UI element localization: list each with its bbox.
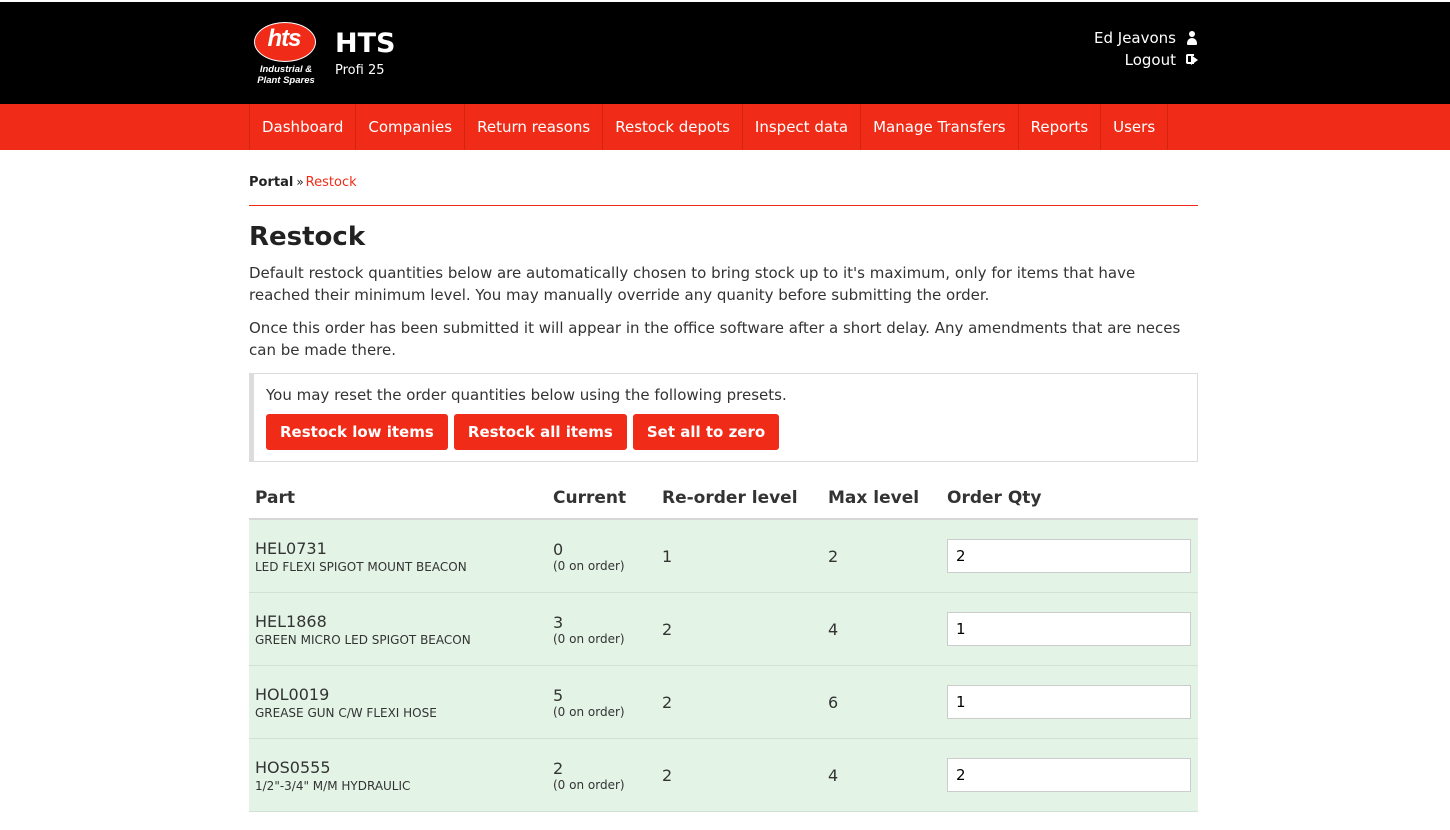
current-cell: 2 (0 on order) [547, 738, 656, 812]
on-order-count: (0 on order) [553, 777, 625, 792]
nav-item-return-reasons[interactable]: Return reasons [464, 104, 602, 150]
table-row: HEL0731 LED FLEXI SPIGOT MOUNT BEACON 0 … [249, 519, 1198, 593]
logo-subtitle: Industrial & Plant Spares [252, 64, 320, 86]
user-name: Ed Jeavons [1094, 29, 1176, 47]
nav-item-users[interactable]: Users [1100, 104, 1169, 150]
main-nav: Dashboard Companies Return reasons Resto… [0, 104, 1450, 150]
part-code: HEL1868 [255, 611, 327, 631]
column-header-reorder-level: Re-order level [656, 478, 822, 520]
on-order-count: (0 on order) [553, 558, 625, 573]
order-qty-input[interactable] [947, 539, 1191, 573]
order-qty-input[interactable] [947, 612, 1191, 646]
part-cell: HEL1868 GREEN MICRO LED SPIGOT BEACON [249, 592, 547, 666]
part-code: HEL0731 [255, 538, 327, 558]
table-header-row: Part Current Re-order level Max level Or… [249, 478, 1198, 520]
current-cell: 0 (0 on order) [547, 519, 656, 593]
logo-subtitle-line1: Industrial & [259, 64, 313, 75]
nav-item-reports[interactable]: Reports [1017, 104, 1101, 150]
page-title: Restock [249, 222, 366, 252]
order-qty-input[interactable] [947, 685, 1191, 719]
current-stock: 0 [553, 539, 564, 559]
current-stock: 3 [553, 612, 564, 632]
reorder-level-cell: 1 [656, 519, 822, 593]
sign-out-icon [1186, 53, 1198, 67]
breadcrumb-current[interactable]: Restock [306, 175, 357, 190]
app-subtitle: Profi 25 [335, 63, 385, 78]
set-all-to-zero-button[interactable]: Set all to zero [632, 414, 780, 450]
intro-paragraph-2: Once this order has been submitted it wi… [249, 319, 1181, 359]
part-cell: HOL0019 GREASE GUN C/W FLEXI HOSE [249, 665, 547, 739]
current-stock: 5 [553, 685, 564, 705]
part-description: GREEN MICRO LED SPIGOT BEACON [255, 632, 471, 647]
column-header-part: Part [249, 478, 547, 520]
logo-subtitle-line2: Plant Spares [257, 75, 315, 86]
logout-label: Logout [1124, 51, 1176, 69]
part-description: 1/2"-3/4" M/M HYDRAULIC [255, 778, 411, 793]
max-level-cell: 4 [822, 592, 941, 666]
order-qty-input[interactable] [947, 758, 1191, 792]
part-code: HOS0555 [255, 757, 331, 777]
nav-item-restock-depots[interactable]: Restock depots [602, 104, 742, 150]
max-level-cell: 6 [822, 665, 941, 739]
table-row: HOS0555 1/2"-3/4" M/M HYDRAULIC 2 (0 on … [249, 738, 1198, 812]
breadcrumb: Portal» Restock [249, 175, 1198, 206]
nav-item-manage-transfers[interactable]: Manage Transfers [860, 104, 1017, 150]
reorder-level-cell: 2 [656, 592, 822, 666]
hts-logo[interactable]: hts Industrial & Plant Spares [252, 20, 316, 88]
restock-table: Part Current Re-order level Max level Or… [249, 478, 1198, 812]
order-qty-cell [941, 665, 1198, 739]
current-cell: 3 (0 on order) [547, 592, 656, 666]
order-qty-cell [941, 738, 1198, 812]
on-order-count: (0 on order) [553, 704, 625, 719]
nav-item-inspect-data[interactable]: Inspect data [741, 104, 860, 150]
logo-mark: hts [267, 25, 302, 52]
intro-paragraph-1: Default restock quantities below are aut… [249, 264, 1136, 304]
restock-all-items-button[interactable]: Restock all items [453, 414, 627, 450]
table-row: HOL0019 GREASE GUN C/W FLEXI HOSE 5 (0 o… [249, 665, 1198, 739]
main-content: Portal» Restock Restock Default restock q… [249, 150, 1198, 812]
part-cell: HEL0731 LED FLEXI SPIGOT MOUNT BEACON [249, 519, 547, 593]
reorder-level-cell: 2 [656, 665, 822, 739]
app-title: HTS [335, 28, 396, 59]
user-profile-link[interactable]: Ed Jeavons [1094, 27, 1198, 49]
current-stock: 2 [553, 758, 564, 778]
user-menu: Ed Jeavons Logout [1094, 27, 1198, 71]
part-description: LED FLEXI SPIGOT MOUNT BEACON [255, 559, 467, 574]
part-code: HOL0019 [255, 684, 330, 704]
reorder-level-cell: 2 [656, 738, 822, 812]
part-cell: HOS0555 1/2"-3/4" M/M HYDRAULIC [249, 738, 547, 812]
top-header: hts Industrial & Plant Spares HTS Profi … [0, 0, 1450, 104]
on-order-count: (0 on order) [553, 631, 625, 646]
logout-link[interactable]: Logout [1094, 49, 1198, 71]
order-qty-cell [941, 592, 1198, 666]
user-icon [1186, 31, 1198, 45]
max-level-cell: 4 [822, 738, 941, 812]
current-cell: 5 (0 on order) [547, 665, 656, 739]
breadcrumb-separator-icon: » [296, 175, 304, 189]
order-qty-cell [941, 519, 1198, 593]
column-header-max-level: Max level [822, 478, 941, 520]
column-header-order-qty: Order Qty [941, 478, 1198, 520]
table-row: HEL1868 GREEN MICRO LED SPIGOT BEACON 3 … [249, 592, 1198, 666]
nav-item-companies[interactable]: Companies [355, 104, 464, 150]
presets-panel: You may reset the order quantities below… [249, 373, 1198, 462]
presets-text: You may reset the order quantities below… [266, 386, 787, 404]
max-level-cell: 2 [822, 519, 941, 593]
restock-low-items-button[interactable]: Restock low items [266, 414, 448, 450]
part-description: GREASE GUN C/W FLEXI HOSE [255, 705, 437, 720]
nav-item-dashboard[interactable]: Dashboard [249, 104, 355, 150]
column-header-current: Current [547, 478, 656, 520]
breadcrumb-portal-link[interactable]: Portal [249, 175, 293, 190]
